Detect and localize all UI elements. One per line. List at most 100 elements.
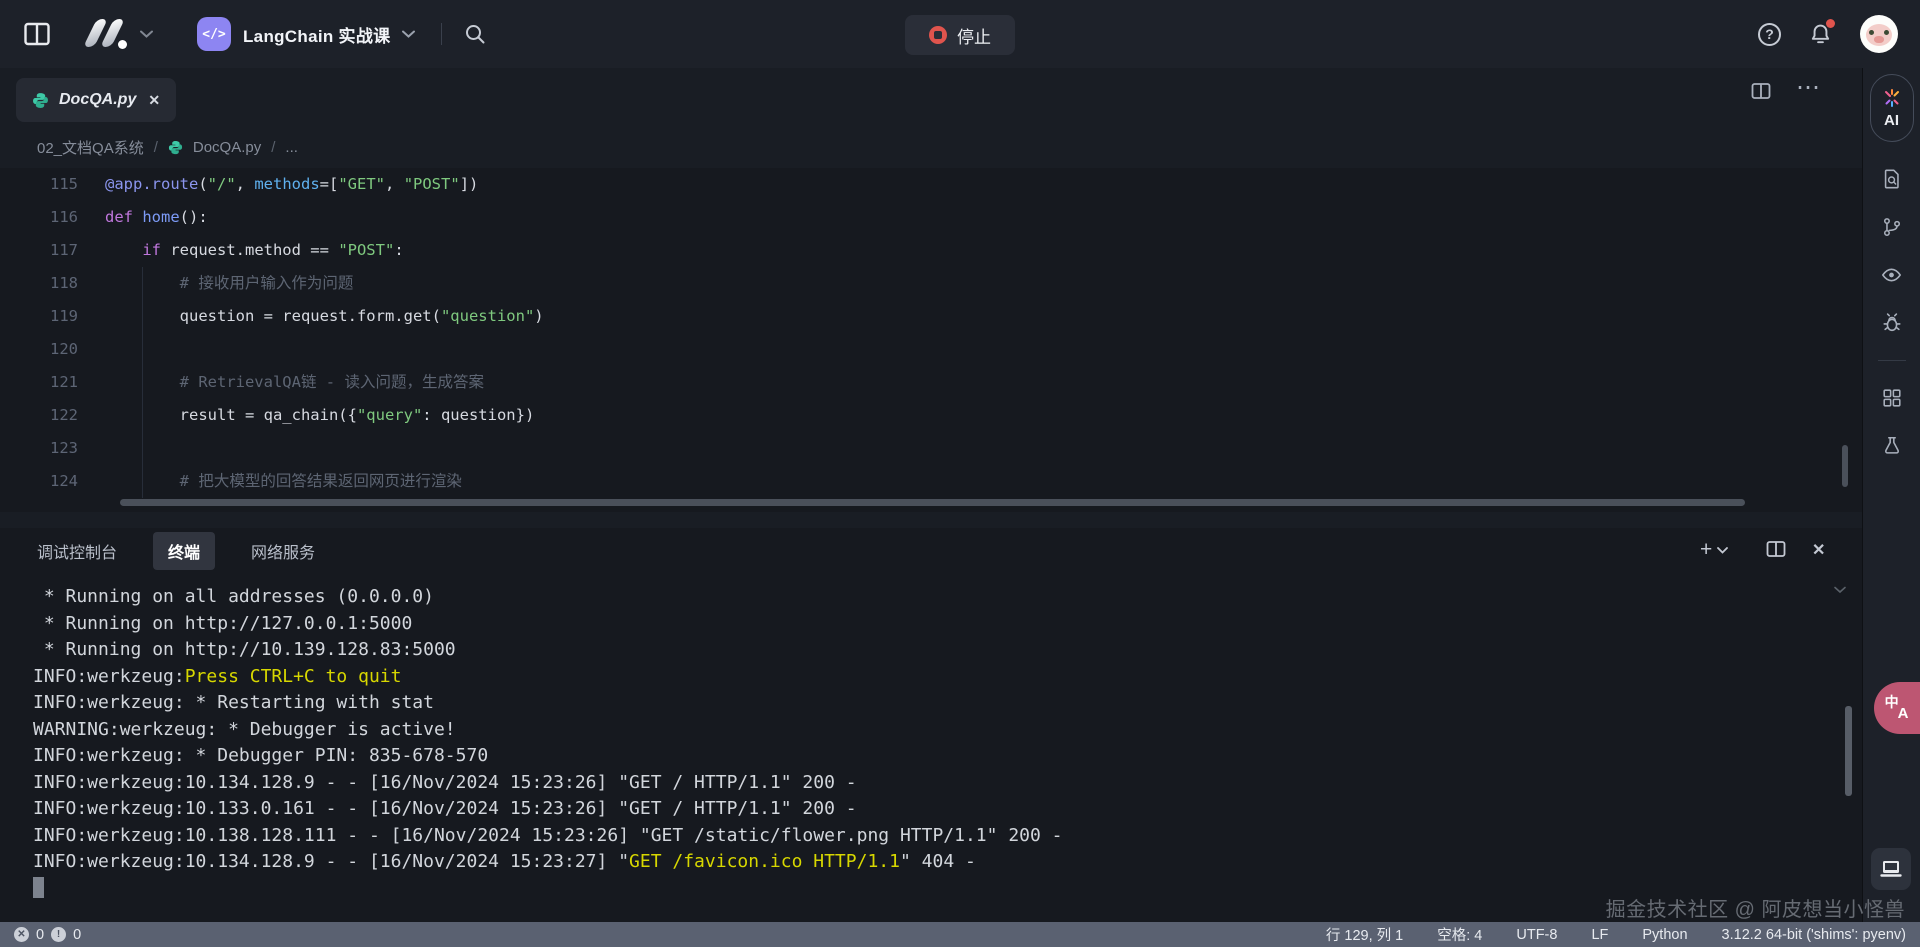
topbar: </> LangChain 实战课 停止 ?	[0, 0, 1920, 68]
terminal-line: * Running on all addresses (0.0.0.0)	[33, 584, 1842, 611]
notifications-button[interactable]	[1809, 22, 1832, 46]
search-icon	[464, 23, 486, 45]
indent-guide	[142, 366, 143, 399]
scroll-down-icon	[1834, 586, 1846, 594]
activity-bar: AI	[1862, 68, 1920, 922]
bug-icon	[1881, 312, 1903, 334]
split-editor-button[interactable]	[1751, 82, 1771, 100]
code-line: 118 # 接收用户输入作为问题	[0, 267, 1862, 300]
line-number: 118	[0, 267, 92, 300]
indent-guide	[142, 465, 143, 498]
indent-guide	[142, 432, 143, 465]
split-editor-icon	[1751, 82, 1771, 100]
panel: 调试控制台 终端 网络服务 + ✕ * Running on all addre…	[0, 528, 1862, 922]
indent-guide	[142, 267, 143, 300]
breadcrumb-folder[interactable]: 02_文档QA系统	[37, 137, 144, 158]
code-line: 116def home():	[0, 201, 1862, 234]
vertical-scrollbar-thumb[interactable]	[1842, 445, 1848, 487]
terminal-line: * Running on http://127.0.0.1:5000	[33, 611, 1842, 638]
eye-icon	[1880, 264, 1903, 286]
warning-count: 0	[73, 927, 81, 943]
code-line: 121 # RetrievalQA链 - 读入问题，生成答案	[0, 366, 1862, 399]
file-search-button[interactable]	[1881, 168, 1903, 190]
search-button[interactable]	[464, 23, 486, 45]
debug-button[interactable]	[1881, 312, 1903, 334]
code-line: 124 # 把大模型的回答结果返回网页进行渲染	[0, 465, 1862, 498]
help-button[interactable]: ?	[1758, 23, 1781, 46]
topbar-divider	[441, 23, 442, 45]
stop-icon	[929, 26, 947, 44]
breadcrumb-more[interactable]: ...	[285, 139, 298, 156]
statusbar: ✕ 0 ! 0 行 129, 列 1 空格: 4 UTF-8 LF Python…	[0, 922, 1920, 947]
breadcrumb-separator: /	[154, 139, 158, 156]
line-number: 122	[0, 399, 92, 432]
tab-close-button[interactable]: ✕	[148, 92, 160, 109]
stop-label: 停止	[957, 23, 991, 48]
language-mode[interactable]: Python	[1642, 927, 1687, 943]
line-number: 119	[0, 300, 92, 333]
git-branch-icon	[1881, 216, 1903, 238]
breadcrumb-file[interactable]: DocQA.py	[193, 139, 261, 156]
terminal-line: INFO:werkzeug:Press CTRL+C to quit	[33, 664, 1842, 691]
avatar[interactable]	[1860, 15, 1898, 53]
split-panel-button[interactable]	[1766, 540, 1786, 558]
device-button[interactable]	[1871, 848, 1911, 890]
editor-tab-docqa[interactable]: DocQA.py ✕	[16, 78, 176, 122]
translate-icon: 中A	[1885, 698, 1910, 718]
line-number: 115	[0, 168, 92, 201]
lab-button[interactable]	[1881, 435, 1903, 457]
terminal-line: * Running on http://10.139.128.83:5000	[33, 637, 1842, 664]
preview-button[interactable]	[1880, 264, 1903, 286]
translate-badge[interactable]: 中A	[1874, 682, 1920, 734]
indent-guide	[142, 399, 143, 432]
python-icon	[168, 140, 183, 155]
code-area[interactable]: 115@app.route("/", methods=["GET", "POST…	[0, 168, 1862, 512]
app-logo[interactable]	[80, 19, 130, 49]
code-line: 120	[0, 333, 1862, 366]
flask-icon	[1881, 435, 1903, 457]
terminal-line: INFO:werkzeug:10.134.128.9 - - [16/Nov/2…	[33, 849, 1842, 876]
line-number: 120	[0, 333, 92, 366]
panel-tab-network[interactable]: 网络服务	[251, 539, 315, 563]
code-line: 123	[0, 432, 1862, 465]
problems-summary[interactable]: ✕ 0 ! 0	[14, 927, 81, 943]
horizontal-scrollbar[interactable]	[120, 499, 1745, 506]
eol-sequence[interactable]: LF	[1591, 927, 1608, 943]
plus-icon: +	[1700, 540, 1712, 560]
ai-assistant-button[interactable]: AI	[1870, 74, 1914, 142]
project-selector[interactable]: </> LangChain 实战课	[197, 17, 415, 51]
logo-menu-button[interactable]	[140, 30, 153, 38]
new-terminal-button[interactable]: +	[1700, 540, 1728, 560]
ai-label: AI	[1884, 112, 1899, 129]
terminal-line: INFO:werkzeug: * Restarting with stat	[33, 690, 1842, 717]
laptop-icon	[1879, 858, 1903, 880]
panel-tab-terminal[interactable]: 终端	[153, 532, 215, 570]
cursor-position[interactable]: 行 129, 列 1	[1326, 924, 1403, 945]
breadcrumb-separator: /	[271, 139, 275, 156]
stop-button[interactable]: 停止	[905, 15, 1015, 55]
panel-tab-debug-console[interactable]: 调试控制台	[37, 539, 117, 563]
layout-toggle-button[interactable]	[22, 19, 52, 49]
panel-close-button[interactable]: ✕	[1812, 540, 1825, 560]
warning-icon: !	[51, 927, 66, 942]
line-number: 121	[0, 366, 92, 399]
encoding[interactable]: UTF-8	[1516, 927, 1557, 943]
source-control-button[interactable]	[1881, 216, 1903, 238]
interpreter[interactable]: 3.12.2 64-bit ('shims': pyenv)	[1722, 927, 1906, 943]
editor-tabstrip: DocQA.py ✕ ⋯	[0, 68, 1862, 126]
line-number: 124	[0, 465, 92, 498]
layout-icon	[24, 22, 50, 46]
extensions-button[interactable]	[1881, 387, 1903, 409]
indent-guide	[142, 300, 143, 333]
more-actions-button[interactable]: ⋯	[1796, 78, 1821, 98]
code-lines: 115@app.route("/", methods=["GET", "POST…	[0, 168, 1862, 498]
tab-label: DocQA.py	[59, 91, 136, 109]
terminal[interactable]: * Running on all addresses (0.0.0.0) * R…	[0, 574, 1862, 922]
indentation[interactable]: 空格: 4	[1437, 924, 1482, 945]
line-number: 116	[0, 201, 92, 234]
grid-icon	[1881, 387, 1903, 409]
chevron-down-icon	[402, 30, 415, 38]
terminal-scrollbar-thumb[interactable]	[1845, 706, 1852, 796]
watermark: 掘金技术社区 @ 阿皮想当小怪兽	[1606, 893, 1905, 922]
terminal-line: INFO:werkzeug: * Debugger PIN: 835-678-5…	[33, 743, 1842, 770]
